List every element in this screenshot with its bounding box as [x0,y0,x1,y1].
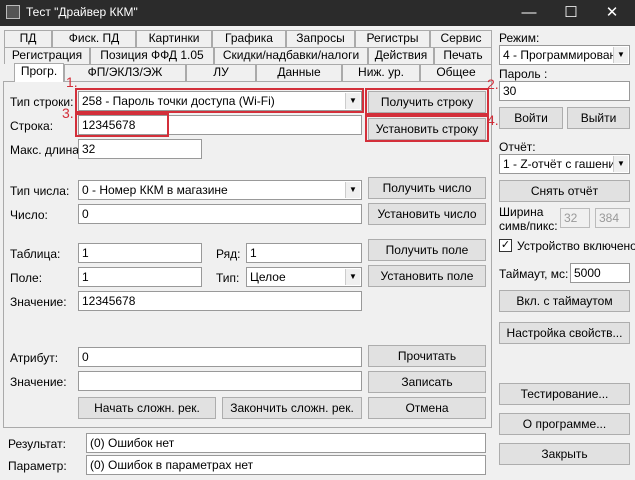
attribute-label: Атрибут: [10,351,59,365]
chevron-down-icon[interactable]: ▼ [613,156,628,172]
highlight-set-string [365,115,489,142]
chevron-down-icon[interactable]: ▼ [345,182,360,198]
settings-properties-button[interactable]: Настройка свойств... [499,322,630,344]
password-label: Пароль : [499,67,548,81]
tab-fiscal-pd[interactable]: Фиск. ПД [52,30,136,47]
cancel-button[interactable]: Отмена [368,397,486,419]
close-window-button[interactable]: ✕ [592,0,632,26]
number-type-select[interactable]: 0 - Номер ККМ в магазине ▼ [78,180,362,200]
write-button[interactable]: Записать [368,371,486,393]
start-complex-rec-button[interactable]: Начать сложн. рек. [78,397,216,419]
mode-value: 4 - Программировани [503,48,623,62]
width-label-line1: Ширина [499,205,544,219]
table-input[interactable]: 1 [78,243,202,263]
chevron-down-icon[interactable]: ▼ [345,269,360,285]
tab-lu[interactable]: ЛУ [186,64,256,81]
number-label: Число: [10,208,48,222]
annotation-1: 1. [66,74,78,90]
chevron-down-icon[interactable]: ▼ [613,47,628,63]
tab-general[interactable]: Общее [420,64,492,81]
width-symbols-input: 32 [560,208,590,228]
set-number-button[interactable]: Установить число [368,203,486,225]
parameter-field: (0) Ошибок в параметрах нет [86,455,486,475]
value-label: Значение: [10,295,67,309]
device-enabled-label: Устройство включено [517,239,635,253]
report-select[interactable]: 1 - Z-отчёт с гашение ▼ [499,154,630,174]
string-label: Строка: [10,119,54,133]
timeout-enable-button[interactable]: Вкл. с таймаутом [499,290,630,312]
end-complex-rec-button[interactable]: Закончить сложн. рек. [222,397,362,419]
number-type-value: 0 - Номер ККМ в магазине [82,183,228,197]
get-number-button[interactable]: Получить число [368,177,486,199]
password-input[interactable]: 30 [499,81,630,101]
attribute-input[interactable]: 0 [78,347,362,367]
about-button[interactable]: О программе... [499,413,630,435]
device-enabled-checkbox[interactable]: ✓ [499,239,512,252]
maximize-button[interactable]: ☐ [551,0,591,26]
tab-registers[interactable]: Регистры [355,30,430,47]
field-type-value: Целое [250,270,286,284]
highlight-string-input [75,113,169,137]
max-length-label: Макс. длина: [10,143,83,157]
timeout-label: Таймаут, мс: [499,267,569,281]
type-label: Тип: [216,271,240,285]
parameter-label: Параметр: [8,459,67,473]
value2-label: Значение: [10,375,67,389]
field-input[interactable]: 1 [78,267,202,287]
tab-print[interactable]: Печать [434,47,492,64]
number-type-label: Тип числа: [10,184,70,198]
highlight-get-string [365,88,489,115]
login-button[interactable]: Войти [499,107,563,129]
window-title: Тест "Драйвер ККМ" [26,5,138,19]
annotation-3: 3. [62,105,74,121]
tab-service[interactable]: Сервис [430,30,492,47]
max-length-input[interactable]: 32 [78,139,202,159]
number-input[interactable]: 0 [78,204,362,224]
tab-pd[interactable]: ПД [4,30,52,47]
get-field-button[interactable]: Получить поле [368,239,486,261]
annotation-2: 2. [487,76,499,92]
table-label: Таблица: [10,247,61,261]
tab-registration[interactable]: Регистрация [4,47,90,64]
report-label: Отчёт: [499,140,536,154]
tab-low-level[interactable]: Ниж. ур. [342,64,420,81]
app-window: Тест "Драйвер ККМ" — ☐ ✕ ПД Фиск. ПД Кар… [0,0,635,480]
title-bar: Тест "Драйвер ККМ" — ☐ ✕ [0,0,635,26]
app-icon [6,5,20,19]
mode-select[interactable]: 4 - Программировани ▼ [499,45,630,65]
take-report-button[interactable]: Снять отчёт [499,180,630,202]
result-label: Результат: [8,437,66,451]
minimize-button[interactable]: — [509,0,549,26]
value-input[interactable]: 12345678 [78,291,362,311]
field-label: Поле: [10,271,43,285]
tab-actions[interactable]: Действия [368,47,434,64]
logout-button[interactable]: Выйти [567,107,630,129]
close-button[interactable]: Закрыть [499,443,630,465]
tab-fp-eklz[interactable]: ФП/ЭКЛЗ/ЭЖ [64,64,186,81]
report-value: 1 - Z-отчёт с гашение [503,157,622,171]
result-field: (0) Ошибок нет [86,433,486,453]
row-input[interactable]: 1 [246,243,362,263]
annotation-4: 4. [487,112,499,128]
width-pixels-input: 384 [595,208,630,228]
value2-input[interactable] [78,371,362,391]
field-type-select[interactable]: Целое ▼ [246,267,362,287]
mode-label: Режим: [499,31,540,45]
tab-position-ffd[interactable]: Позиция ФФД 1.05 [90,47,214,64]
tab-discounts[interactable]: Скидки/надбавки/налоги [214,47,368,64]
tab-data[interactable]: Данные [256,64,342,81]
tab-graphics[interactable]: Графика [212,30,286,47]
timeout-input[interactable]: 5000 [570,263,630,283]
tab-pictures[interactable]: Картинки [136,30,212,47]
tab-queries[interactable]: Запросы [286,30,355,47]
highlight-string-type [75,88,364,113]
row-label: Ряд: [216,247,241,261]
set-field-button[interactable]: Установить поле [368,265,486,287]
read-button[interactable]: Прочитать [368,345,486,367]
testing-button[interactable]: Тестирование... [499,383,630,405]
width-label-line2: симв/пикс: [499,219,558,233]
tab-programming[interactable]: Прогр. [14,63,64,82]
